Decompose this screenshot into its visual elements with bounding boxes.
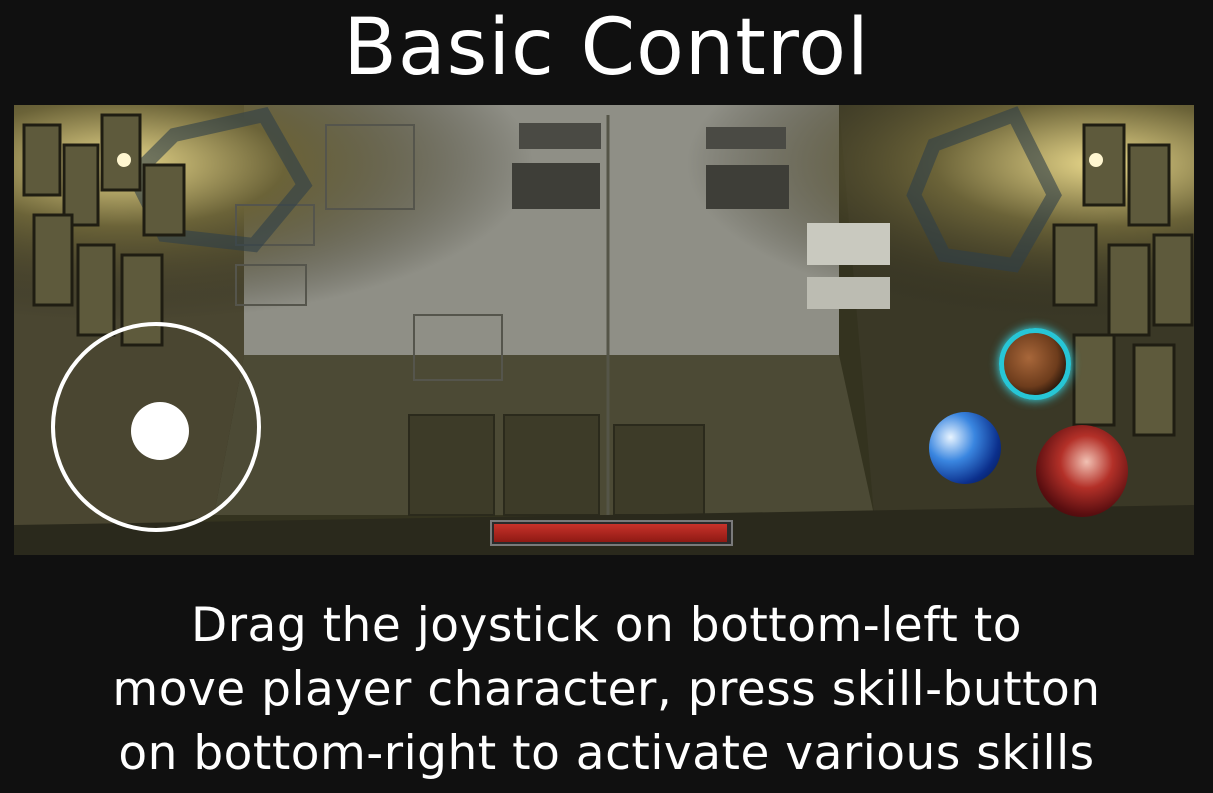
instruction-caption: Drag the joystick on bottom-left to move… xyxy=(0,594,1213,786)
caption-line-1: Drag the joystick on bottom-left to xyxy=(191,598,1022,653)
health-bar-fill xyxy=(494,524,727,542)
slash-skill-button[interactable] xyxy=(1036,425,1128,517)
page-title: Basic Control xyxy=(343,3,870,93)
health-bar xyxy=(490,520,733,546)
caption-line-2: move player character, press skill-butto… xyxy=(112,662,1101,717)
caption-line-3: on bottom-right to activate various skil… xyxy=(118,726,1095,781)
joystick[interactable] xyxy=(51,322,261,532)
game-screenshot xyxy=(14,105,1194,555)
joystick-knob[interactable] xyxy=(131,402,189,460)
shield-skill-button[interactable] xyxy=(999,328,1071,400)
dash-skill-button[interactable] xyxy=(929,412,1001,484)
